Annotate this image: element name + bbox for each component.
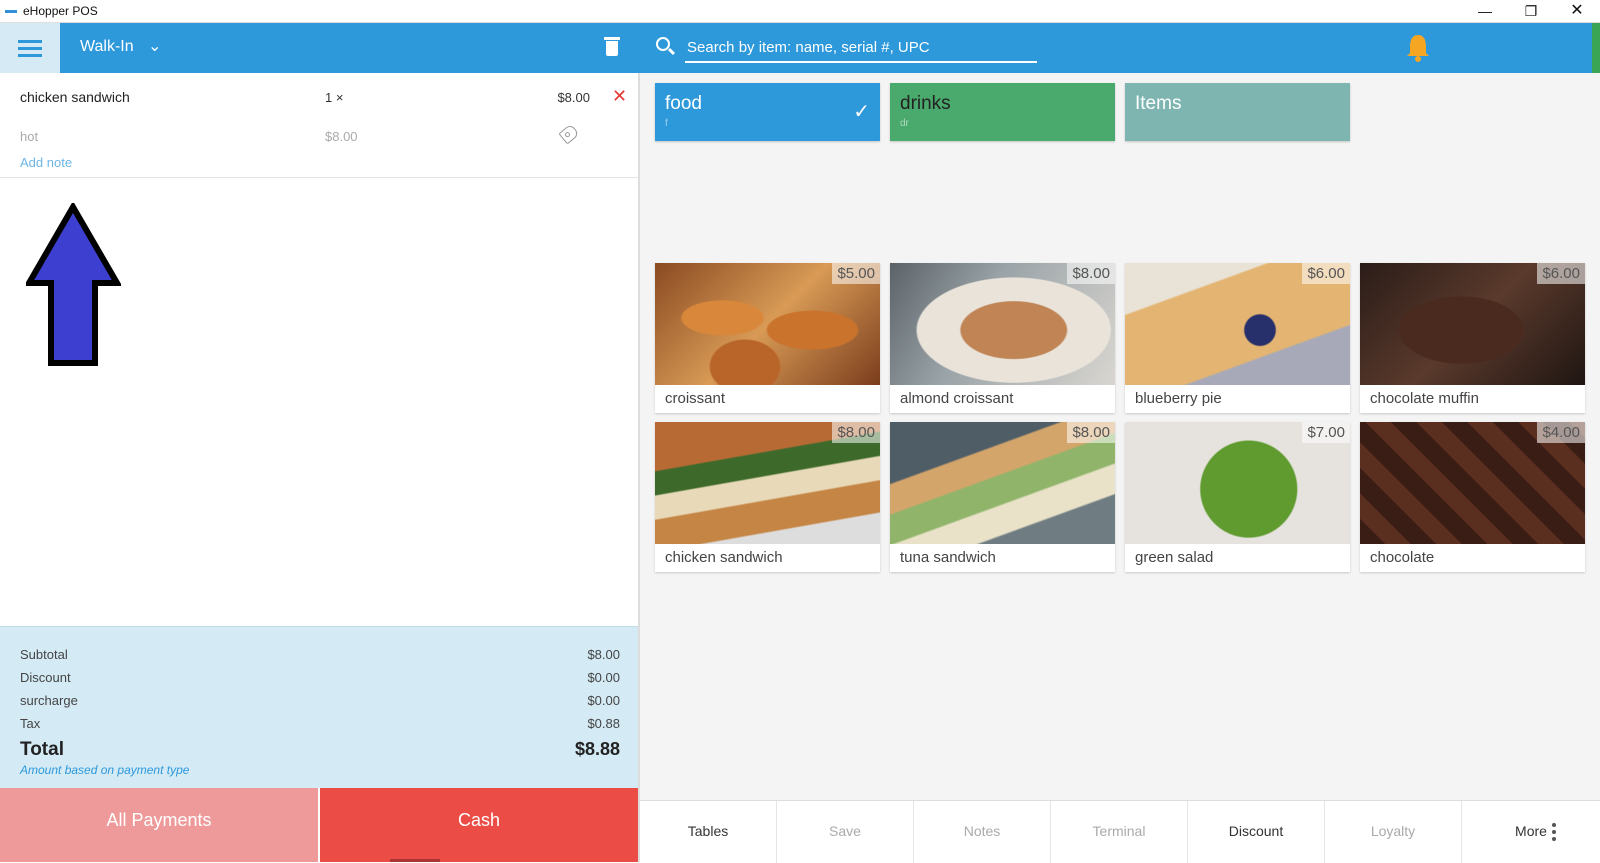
totals-panel: Subtotal $8.00 Discount $0.00 surcharge … [0,626,638,788]
all-payments-button[interactable]: All Payments [0,788,318,862]
save-button[interactable]: Save [777,801,914,863]
notes-button[interactable]: Notes [914,801,1051,863]
customer-selector[interactable]: Walk-In [80,38,134,56]
category-items[interactable]: Items [1125,83,1350,141]
category-name: Items [1135,93,1182,114]
product-almond-croissant[interactable]: $8.00 almond croissant [890,263,1115,413]
terminal-button[interactable]: Terminal [1051,801,1188,863]
category-name: food [665,93,702,114]
close-window-button[interactable]: ✕ [1554,0,1600,22]
total-label: Total [20,739,64,760]
product-price: $6.00 [1302,263,1350,284]
chevron-down-icon[interactable]: ⌄ [148,36,161,56]
item-name: chicken sandwich [20,89,130,105]
search-icon[interactable] [656,37,670,51]
maximize-button[interactable]: ❐ [1508,0,1554,22]
modifier-name: hot [20,129,39,144]
surcharge-label: surcharge [20,693,78,708]
search-bar [640,23,1600,73]
product-tuna-sandwich[interactable]: $8.00 tuna sandwich [890,422,1115,572]
trash-icon[interactable] [604,37,620,57]
tax-value: $0.88 [587,716,620,731]
category-code: dr [900,118,909,129]
discount-button[interactable]: Discount [1188,801,1325,863]
category-name: drinks [900,93,951,114]
app-icon [5,10,17,13]
product-price: $6.00 [1537,263,1585,284]
product-price: $8.00 [1067,422,1115,443]
product-price: $7.00 [1302,422,1350,443]
tag-icon[interactable] [558,123,580,145]
catalog-panel: food f ✓ drinks dr Items $5.00 croissant… [640,23,1600,863]
product-price: $5.00 [832,263,880,284]
window-title: eHopper POS [23,4,98,18]
discount-label: Discount [20,670,71,685]
more-vertical-icon [1552,823,1556,841]
product-name: almond croissant [900,390,1014,407]
cash-button[interactable]: Cash [320,788,638,862]
surcharge-value: $0.00 [587,693,620,708]
product-name: chocolate muffin [1370,390,1479,407]
order-header: Walk-In ⌄ [0,23,640,73]
loyalty-button[interactable]: Loyalty [1325,801,1462,863]
product-price: $8.00 [1067,263,1115,284]
up-arrow-icon [26,203,121,366]
category-food[interactable]: food f ✓ [655,83,880,141]
add-note-link[interactable]: Add note [20,155,72,170]
category-code: f [665,118,668,129]
product-name: green salad [1135,549,1214,566]
total-value: $8.88 [574,739,620,759]
order-panel: Walk-In ⌄ chicken sandwich 1 × $8.00 ✕ h… [0,23,640,862]
product-name: chicken sandwich [665,549,783,566]
search-input[interactable] [685,33,1037,63]
product-chicken-sandwich[interactable]: $8.00 chicken sandwich [655,422,880,572]
product-croissant[interactable]: $5.00 croissant [655,263,880,413]
product-name: croissant [665,390,726,407]
more-button[interactable]: More [1462,801,1600,863]
product-blueberry-pie[interactable]: $6.00 blueberry pie [1125,263,1350,413]
category-drinks[interactable]: drinks dr [890,83,1115,141]
product-price: $8.00 [832,422,880,443]
title-bar: eHopper POS — ❐ ✕ [0,0,1600,23]
remove-item-icon[interactable]: ✕ [612,86,627,107]
discount-value: $0.00 [587,670,620,685]
product-name: tuna sandwich [900,549,996,566]
status-strip [1592,23,1600,73]
product-green-salad[interactable]: $7.00 green salad [1125,422,1350,572]
order-line-item[interactable]: chicken sandwich 1 × $8.00 ✕ hot $8.00 A… [0,73,638,178]
tax-label: Tax [20,716,41,731]
bell-icon[interactable] [1405,33,1431,63]
modifier-price: $8.00 [325,129,358,144]
product-price: $4.00 [1537,422,1585,443]
amount-note: Amount based on payment type [20,763,190,777]
item-quantity[interactable]: 1 × [325,90,343,105]
minimize-button[interactable]: — [1462,0,1508,22]
product-chocolate-muffin[interactable]: $6.00 chocolate muffin [1360,263,1585,413]
item-price: $8.00 [557,90,590,105]
product-chocolate[interactable]: $4.00 chocolate [1360,422,1585,572]
tables-button[interactable]: Tables [640,801,777,863]
product-name: chocolate [1370,549,1435,566]
product-name: blueberry pie [1135,390,1222,407]
check-icon: ✓ [853,101,870,123]
more-label: More [1515,823,1547,839]
hamburger-icon [18,40,42,43]
action-bar: Tables Save Notes Terminal Discount Loya… [640,800,1600,863]
menu-button[interactable] [0,23,60,73]
subtotal-label: Subtotal [20,647,68,662]
subtotal-value: $8.00 [587,647,620,662]
